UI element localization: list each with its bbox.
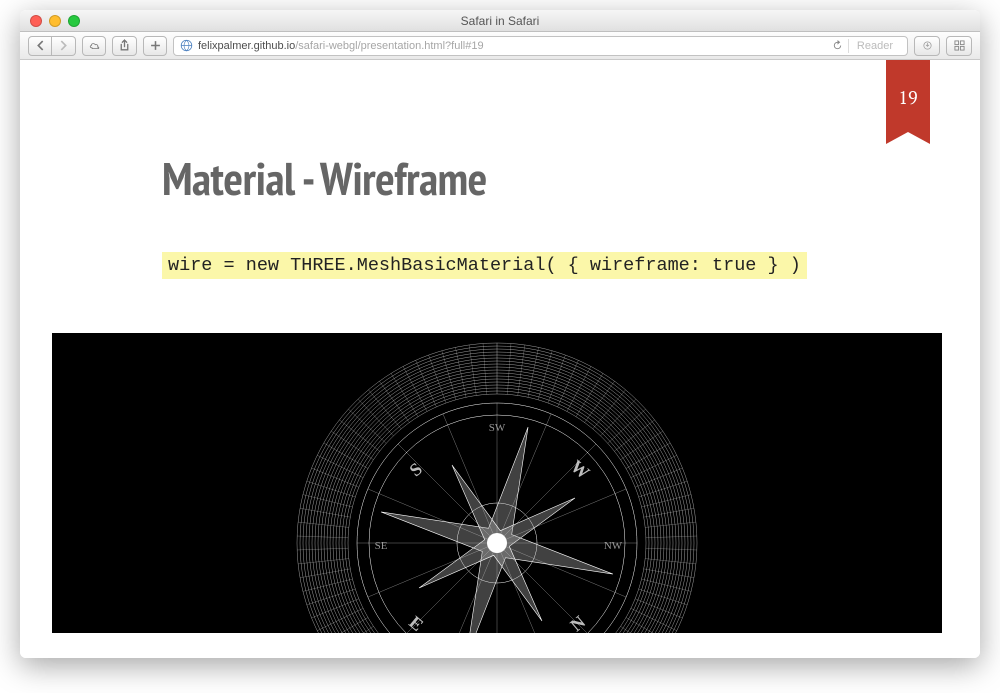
code-snippet: wire = new THREE.MeshBasicMaterial( { wi… xyxy=(162,252,807,279)
url-host: felixpalmer.github.io/safari-webgl/prese… xyxy=(198,40,484,52)
svg-text:S: S xyxy=(405,459,426,481)
reader-button[interactable]: Reader xyxy=(848,39,901,53)
zoom-window-button[interactable] xyxy=(68,15,80,27)
svg-text:E: E xyxy=(405,612,427,633)
svg-text:SE: SE xyxy=(375,540,388,552)
svg-text:N: N xyxy=(566,612,589,633)
grid-icon xyxy=(954,40,965,51)
url-path: /safari-webgl/presentation.html?full#19 xyxy=(295,40,483,52)
svg-text:W: W xyxy=(567,456,594,483)
cloud-icon xyxy=(89,40,100,51)
add-bookmark-button[interactable] xyxy=(143,36,167,56)
webgl-canvas[interactable]: S W N E SW NW NE SE xyxy=(52,333,942,633)
downloads-icon xyxy=(922,40,933,51)
plus-icon xyxy=(150,40,161,51)
toolbar: felixpalmer.github.io/safari-webgl/prese… xyxy=(20,32,980,60)
downloads-button[interactable] xyxy=(914,36,940,56)
forward-button[interactable] xyxy=(52,36,76,56)
minimize-window-button[interactable] xyxy=(49,15,61,27)
slide-title: Material - Wireframe xyxy=(162,148,870,208)
compass-wireframe-icon: S W N E SW NW NE SE xyxy=(287,333,707,633)
chevron-right-icon xyxy=(58,40,69,51)
page-content: 19 Material - Wireframe wire = new THREE… xyxy=(20,60,980,658)
svg-text:SW: SW xyxy=(489,422,506,434)
chevron-left-icon xyxy=(35,40,46,51)
address-bar[interactable]: felixpalmer.github.io/safari-webgl/prese… xyxy=(173,36,908,56)
slide-body: Material - Wireframe wire = new THREE.Me… xyxy=(20,60,980,633)
globe-icon xyxy=(180,39,193,52)
nav-buttons xyxy=(28,36,76,56)
browser-window: Safari in Safari felixpalmer.github.io/s… xyxy=(20,10,980,658)
share-icon xyxy=(118,39,131,52)
svg-text:NW: NW xyxy=(604,540,623,552)
slide-number: 19 xyxy=(898,86,917,110)
back-button[interactable] xyxy=(28,36,52,56)
share-button[interactable] xyxy=(112,36,137,56)
slide-number-ribbon: 19 xyxy=(886,60,930,132)
close-window-button[interactable] xyxy=(30,15,42,27)
traffic-lights xyxy=(30,15,80,27)
icloud-tabs-button[interactable] xyxy=(82,36,106,56)
window-title: Safari in Safari xyxy=(20,14,980,28)
title-bar: Safari in Safari xyxy=(20,10,980,32)
tabs-overview-button[interactable] xyxy=(946,36,972,56)
refresh-icon[interactable] xyxy=(832,40,843,51)
